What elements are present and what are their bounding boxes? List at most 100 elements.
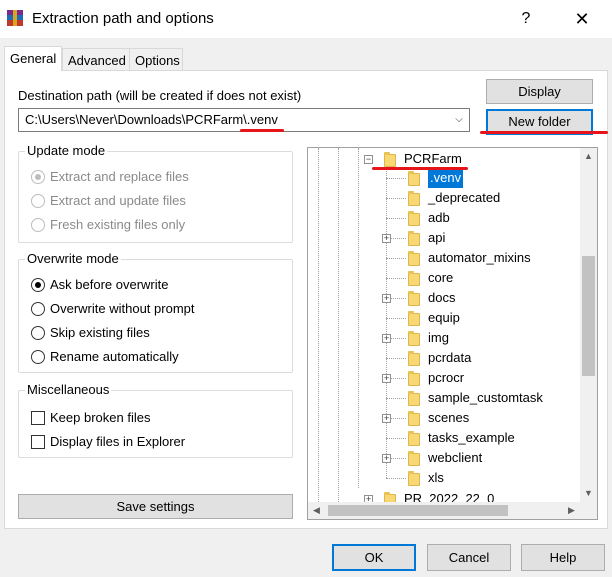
rename-automatically-label: Rename automatically — [50, 349, 179, 364]
chevron-down-icon[interactable]: ⌵ — [449, 109, 469, 131]
fresh-existing-radio[interactable] — [31, 218, 45, 232]
tree-item-venv[interactable]: .venv — [428, 170, 464, 188]
tree-item-pcrocr[interactable]: pcrocr — [428, 370, 464, 388]
folder-icon — [408, 391, 420, 406]
tree-guide-line — [386, 258, 406, 259]
tree-item-img[interactable]: img — [428, 330, 449, 348]
destination-path-value[interactable]: C:\Users\Never\Downloads\PCRFarm\.venv — [25, 112, 278, 127]
folder-icon — [408, 471, 420, 486]
display-in-explorer-label: Display files in Explorer — [50, 434, 186, 449]
folder-icon — [408, 451, 420, 466]
tree-item-adb[interactable]: adb — [428, 210, 450, 228]
folder-icon — [408, 231, 420, 246]
title-bar: Extraction path and options ? ✕ — [0, 0, 612, 38]
folder-icon — [408, 171, 420, 186]
folder-icon — [408, 431, 420, 446]
skip-existing-radio[interactable] — [31, 326, 45, 340]
help-button[interactable]: Help — [521, 544, 605, 571]
folder-icon — [384, 152, 396, 167]
collapse-pcrfarm-icon[interactable]: − — [364, 155, 373, 164]
tree-guide-line — [386, 168, 387, 478]
expand-pcrocr-icon[interactable]: + — [382, 374, 391, 383]
overwrite-mode-group: Overwrite mode Ask before overwrite Over… — [18, 251, 293, 373]
annotation-underline-new-folder — [480, 131, 608, 134]
tree-item--deprecated[interactable]: _deprecated — [428, 190, 500, 208]
folder-tree[interactable]: − PCRFarm .venv _deprecated adb + api automat… — [307, 147, 598, 520]
scroll-right-icon[interactable]: ▶ — [563, 502, 580, 519]
folder-icon — [408, 211, 420, 226]
vertical-scroll-thumb[interactable] — [582, 256, 595, 376]
extract-update-label: Extract and update files — [50, 193, 186, 208]
scroll-down-icon[interactable]: ▼ — [580, 485, 597, 502]
close-button[interactable]: ✕ — [562, 4, 602, 34]
overwrite-without-prompt-radio[interactable] — [31, 302, 45, 316]
tree-vertical-scrollbar[interactable]: ▲ ▼ — [580, 148, 597, 502]
keep-broken-files-checkbox[interactable] — [31, 411, 45, 425]
tree-guide-line — [338, 148, 339, 502]
tree-item-api[interactable]: api — [428, 230, 445, 248]
miscellaneous-group: Miscellaneous Keep broken files Display … — [18, 382, 293, 458]
annotation-underline-venv — [240, 129, 284, 132]
display-button[interactable]: Display — [486, 79, 593, 104]
folder-icon — [408, 291, 420, 306]
tree-guide-line — [386, 278, 406, 279]
folder-icon — [408, 411, 420, 426]
tab-general[interactable]: General — [4, 46, 62, 71]
scroll-left-icon[interactable]: ◀ — [308, 502, 325, 519]
scroll-up-icon[interactable]: ▲ — [580, 148, 597, 165]
window-title: Extraction path and options — [32, 10, 214, 27]
tree-guide-line — [386, 358, 406, 359]
keep-broken-files-label: Keep broken files — [50, 410, 151, 425]
expand-webclient-icon[interactable]: + — [382, 454, 391, 463]
folder-icon — [408, 331, 420, 346]
tree-item-pcrdata[interactable]: pcrdata — [428, 350, 471, 368]
ok-button[interactable]: OK — [332, 544, 416, 571]
folder-icon — [408, 351, 420, 366]
expand-scenes-icon[interactable]: + — [382, 414, 391, 423]
winrar-app-icon — [7, 10, 23, 26]
ask-before-overwrite-radio[interactable] — [31, 278, 45, 292]
horizontal-scroll-thumb[interactable] — [328, 505, 508, 516]
extract-replace-radio[interactable] — [31, 170, 45, 184]
tree-item-webclient[interactable]: webclient — [428, 450, 482, 468]
help-question-button[interactable]: ? — [508, 4, 544, 34]
folder-icon — [408, 371, 420, 386]
scrollbar-corner — [580, 502, 597, 519]
tree-guide-line — [358, 148, 359, 488]
tree-item-tasks-example[interactable]: tasks_example — [428, 430, 515, 448]
cancel-button[interactable]: Cancel — [427, 544, 511, 571]
tree-item-docs[interactable]: docs — [428, 290, 455, 308]
general-tab-panel: Destination path (will be created if doe… — [4, 70, 608, 529]
display-in-explorer-checkbox[interactable] — [31, 435, 45, 449]
tree-guide-line — [386, 198, 406, 199]
folder-icon — [408, 271, 420, 286]
tree-item-scenes[interactable]: scenes — [428, 410, 469, 428]
folder-icon — [408, 251, 420, 266]
tree-guide-line — [386, 218, 406, 219]
tab-advanced[interactable]: Advanced — [62, 48, 130, 70]
overwrite-without-prompt-label: Overwrite without prompt — [50, 301, 195, 316]
tab-options[interactable]: Options — [129, 48, 183, 70]
tree-horizontal-scrollbar[interactable]: ◀ ▶ — [308, 502, 580, 519]
extract-update-radio[interactable] — [31, 194, 45, 208]
destination-path-label: Destination path (will be created if doe… — [18, 88, 302, 103]
tree-item-automator-mixins[interactable]: automator_mixins — [428, 250, 531, 268]
miscellaneous-title: Miscellaneous — [25, 382, 112, 397]
tree-item-xls[interactable]: xls — [428, 470, 444, 488]
tree-item-equip[interactable]: equip — [428, 310, 460, 328]
folder-icon — [408, 191, 420, 206]
expand-api-icon[interactable]: + — [382, 234, 391, 243]
ask-before-overwrite-label: Ask before overwrite — [50, 277, 169, 292]
extract-replace-label: Extract and replace files — [50, 169, 189, 184]
save-settings-button[interactable]: Save settings — [18, 494, 293, 519]
tree-item-sample-customtask[interactable]: sample_customtask — [428, 390, 543, 408]
overwrite-mode-title: Overwrite mode — [25, 251, 121, 266]
tree-item-core[interactable]: core — [428, 270, 453, 288]
skip-existing-label: Skip existing files — [50, 325, 150, 340]
expand-docs-icon[interactable]: + — [382, 294, 391, 303]
rename-automatically-radio[interactable] — [31, 350, 45, 364]
tree-guide-line — [386, 478, 406, 479]
expand-img-icon[interactable]: + — [382, 334, 391, 343]
tree-guide-line — [386, 178, 406, 179]
tree-guide-line — [386, 438, 406, 439]
